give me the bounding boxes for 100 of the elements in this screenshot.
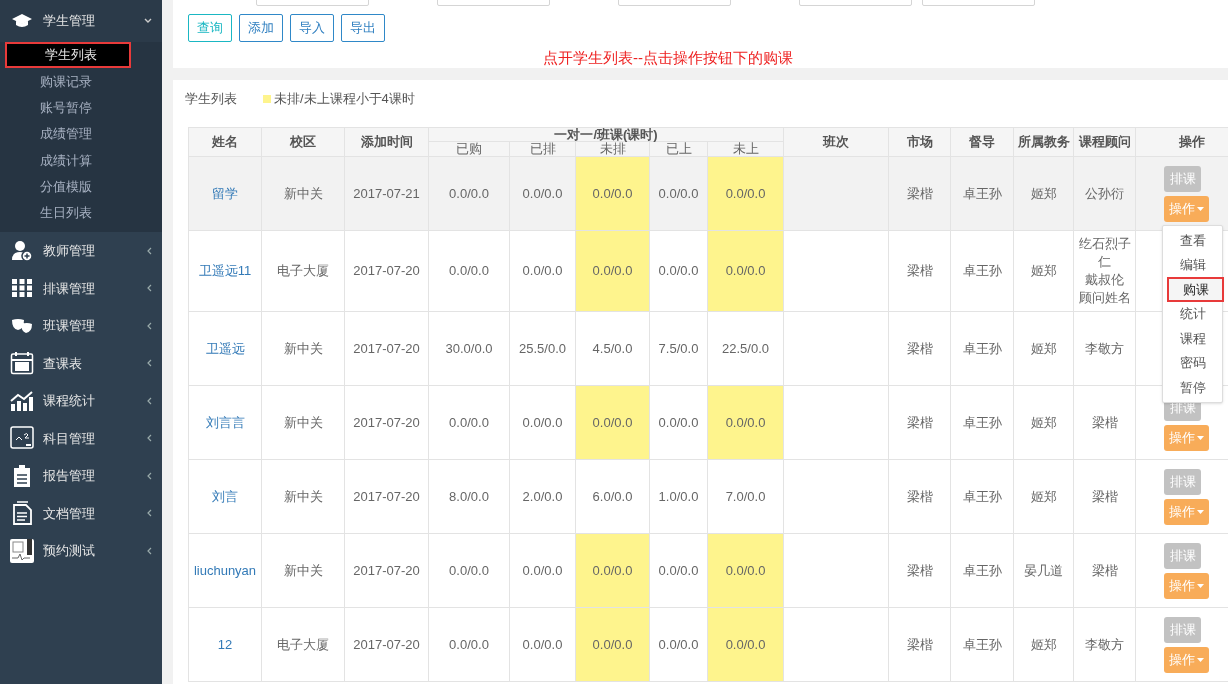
table-cell: 6.0/0.0	[575, 459, 650, 534]
submenu-item[interactable]: 成绩计算	[0, 147, 162, 174]
annotation-text: 点开学生列表--点击操作按钮下的购课	[543, 48, 793, 68]
chevron-left-icon	[147, 434, 152, 443]
table-cell: 0.0/0.0	[575, 385, 650, 460]
dropdown-item[interactable]: 查看	[1164, 228, 1221, 253]
calendar-icon	[10, 351, 34, 376]
table-cell: 姬郑	[1013, 156, 1074, 231]
submenu-item[interactable]: 账号暂停	[0, 94, 162, 121]
submenu-item[interactable]: 购课记录	[0, 68, 162, 95]
student-name-link[interactable]: 12	[217, 636, 233, 652]
table-cell: 梁楷	[1073, 385, 1136, 460]
table-cell: 2017-07-20	[344, 385, 429, 460]
menu-label: 教师管理	[43, 242, 96, 261]
dropdown-item[interactable]: 编辑	[1164, 252, 1221, 277]
toolbar-button[interactable]: 添加	[239, 14, 283, 42]
table-cell: 姬郑	[1013, 311, 1074, 386]
chevron-left-icon	[147, 396, 152, 405]
legend-swatch	[263, 94, 271, 103]
table-cell: 梁楷	[888, 459, 951, 534]
masks-icon	[11, 317, 33, 334]
table-cell: 0.0/0.0	[509, 230, 576, 312]
sidebar-menu-item[interactable]: 查课表	[0, 344, 162, 383]
table-cell: 0.0/0.0	[649, 385, 708, 460]
column-header: 市场	[888, 127, 951, 157]
table-cell: 卓王孙	[950, 607, 1014, 682]
table-cell: 25.5/0.0	[509, 311, 576, 386]
student-name-link[interactable]: 留学	[212, 185, 238, 201]
column-header: 一对一/班课(课时)	[428, 127, 784, 142]
table-cell: 梁楷	[888, 230, 951, 312]
table-cell: 0.0/0.0	[575, 156, 650, 231]
table-cell: 新中关	[261, 156, 345, 231]
table-cell: 晏几道	[1013, 533, 1074, 608]
table-cell: 梁楷	[888, 607, 951, 682]
submenu-item[interactable]: 学生列表	[5, 42, 131, 69]
toolbar-button[interactable]: 导入	[290, 14, 334, 42]
table-cell: 梁楷	[888, 533, 951, 608]
menu-label: 预约测试	[43, 542, 96, 561]
table-cell: 0.0/0.0	[707, 156, 784, 231]
table-cell: 2017-07-20	[344, 311, 429, 386]
table-cell: 4.5/0.0	[575, 311, 650, 386]
dropdown-item[interactable]: 购课	[1167, 277, 1224, 302]
user-add-icon	[11, 239, 33, 262]
sidebar-menu-item[interactable]: 教师管理	[0, 232, 162, 270]
bar-chart-icon	[10, 390, 34, 411]
table-cell: 0.0/0.0	[428, 533, 510, 608]
chevron-left-icon	[147, 509, 152, 518]
sidebar-menu-item[interactable]: 排课管理	[0, 269, 162, 308]
dropdown-item[interactable]: 密码	[1164, 350, 1221, 375]
chevron-left-icon	[147, 546, 152, 555]
student-name-link[interactable]: 刘言	[212, 488, 238, 504]
table-cell: 公孙衍	[1073, 156, 1136, 231]
caret-icon	[1197, 206, 1205, 211]
submenu-item[interactable]: 生日列表	[0, 199, 162, 227]
caret-icon	[1197, 509, 1205, 514]
document-icon	[11, 501, 33, 526]
table-cell: 2017-07-20	[344, 607, 429, 682]
table-cell: 新中关	[261, 311, 345, 386]
menu-label: 排课管理	[43, 279, 96, 298]
toolbar-button[interactable]: 导出	[341, 14, 385, 42]
chevron-down-icon	[144, 18, 152, 24]
sidebar-menu-item[interactable]: 报告管理	[0, 457, 162, 495]
dropdown-item[interactable]: 统计	[1164, 301, 1221, 326]
table-cell: 卓王孙	[950, 156, 1014, 231]
table-cell: 0.0/0.0	[649, 607, 708, 682]
caret-icon	[1197, 583, 1205, 588]
sidebar-menu-item[interactable]: 班课管理	[0, 307, 162, 345]
sidebar-menu-item[interactable]: 课程统计	[0, 382, 162, 420]
table-cell: 0.0/0.0	[509, 385, 576, 460]
sidebar-menu-item[interactable]: 预约测试	[0, 532, 162, 570]
sidebar-menu-item[interactable]: 文档管理	[0, 494, 162, 533]
table-cell: 8.0/0.0	[428, 459, 510, 534]
dropdown-item[interactable]: 课程	[1164, 326, 1221, 351]
table-cell: 梁楷	[1073, 533, 1136, 608]
table-cell: 新中关	[261, 533, 345, 608]
table-cell: 卓王孙	[950, 230, 1014, 312]
table-cell: 2017-07-21	[344, 156, 429, 231]
column-header: 已排	[509, 141, 576, 157]
sidebar-menu-item[interactable]: 学生管理	[0, 0, 162, 42]
student-name-link[interactable]: 卫遥远11	[198, 263, 252, 279]
student-name-link[interactable]: liuchunyan	[193, 562, 257, 578]
table-cell: 0.0/0.0	[649, 230, 708, 312]
table-cell: 0.0/0.0	[707, 533, 784, 608]
clipboard-icon	[12, 463, 32, 488]
table-cell: 新中关	[261, 385, 345, 460]
chevron-left-icon	[147, 284, 152, 293]
submenu-item[interactable]: 分值模版	[0, 173, 162, 200]
student-name-link[interactable]: 卫遥远	[205, 340, 245, 356]
grid-icon	[11, 278, 33, 299]
column-header: 操作	[1135, 127, 1228, 157]
table-cell: 22.5/0.0	[707, 311, 784, 386]
table-cell: 0.0/0.0	[649, 533, 708, 608]
table-cell: 7.5/0.0	[649, 311, 708, 386]
menu-label: 科目管理	[43, 429, 96, 448]
sidebar-menu-item[interactable]: 科目管理	[0, 419, 162, 458]
table-cell: 卓王孙	[950, 459, 1014, 534]
student-name-link[interactable]: 刘言言	[205, 414, 245, 430]
table-cell: 姬郑	[1013, 230, 1074, 312]
table-cell: 30.0/0.0	[428, 311, 510, 386]
submenu-item[interactable]: 成绩管理	[0, 120, 162, 148]
